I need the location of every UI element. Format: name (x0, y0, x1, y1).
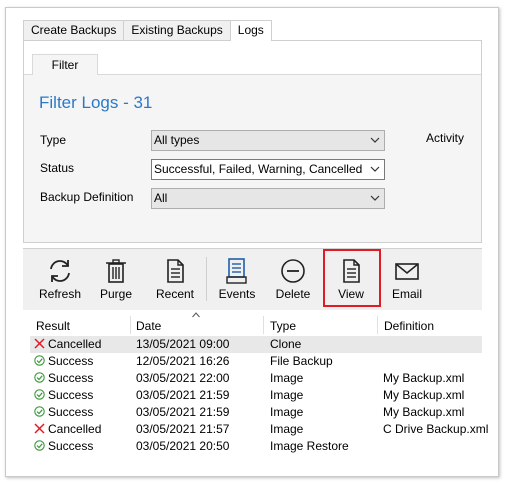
definition-cell: C Drive Backup.xml (383, 422, 489, 436)
result-cell: Success (34, 353, 93, 370)
result-text: Success (48, 354, 94, 368)
column-header-definition[interactable]: Definition (384, 319, 434, 333)
email-button[interactable]: Email (381, 252, 433, 308)
status-select[interactable]: Successful, Failed, Warning, Cancelled (151, 159, 385, 180)
tab-strip: Create Backups Existing Backups Logs (23, 20, 272, 41)
type-cell: Image Restore (270, 439, 349, 453)
result-text: Cancelled (48, 422, 102, 436)
events-label: Events (218, 287, 256, 301)
events-button[interactable]: Events (213, 252, 261, 308)
table-row[interactable]: Success 03/05/2021 21:59 Image My Backup.xm… (30, 404, 482, 421)
success-check-icon (34, 355, 45, 366)
date-cell: 03/05/2021 22:00 (136, 371, 230, 385)
date-cell: 03/05/2021 21:59 (136, 405, 230, 419)
refresh-label: Refresh (38, 287, 82, 301)
recent-label: Recent (155, 287, 195, 301)
definition-cell: My Backup.xml (383, 405, 465, 419)
column-divider (263, 316, 264, 334)
column-header-type[interactable]: Type (270, 319, 296, 333)
definition-cell: My Backup.xml (383, 388, 465, 402)
date-cell: 03/05/2021 21:57 (136, 422, 230, 436)
date-cell: 03/05/2021 21:59 (136, 388, 230, 402)
events-icon (226, 258, 247, 284)
activity-label: Activity (426, 131, 465, 145)
result-cell: Success (34, 404, 93, 421)
success-check-icon (34, 389, 45, 400)
status-select-value: Successful, Failed, Warning, Cancelled (154, 162, 363, 176)
column-divider (377, 316, 378, 334)
result-text: Cancelled (48, 337, 102, 351)
result-cell: Cancelled (34, 336, 101, 353)
filter-title: Filter Logs - 31 (39, 93, 153, 112)
chevron-down-icon (370, 137, 380, 143)
type-cell: Clone (270, 337, 302, 351)
result-text: Success (48, 439, 94, 453)
type-cell: Image (270, 422, 304, 436)
column-header-date[interactable]: Date (136, 319, 161, 333)
tab-filter[interactable]: Filter (32, 54, 98, 75)
date-cell: 12/05/2021 16:26 (136, 354, 230, 368)
result-text: Success (48, 388, 94, 402)
chevron-down-icon (370, 195, 380, 201)
email-label: Email (391, 287, 422, 301)
chevron-down-icon (370, 166, 380, 172)
type-cell: Image (270, 405, 304, 419)
purge-label: Purge (99, 287, 133, 301)
recent-button[interactable]: Recent (147, 252, 203, 308)
tab-existing-backups[interactable]: Existing Backups (123, 20, 231, 40)
result-cell: Success (34, 370, 93, 387)
purge-button[interactable]: Purge (91, 252, 141, 308)
document-icon (167, 259, 184, 283)
backup-definition-value: All (154, 191, 168, 205)
result-text: Success (48, 405, 94, 419)
column-header-result[interactable]: Result (36, 319, 70, 333)
column-divider (130, 316, 131, 334)
date-cell: 03/05/2021 20:50 (136, 439, 230, 453)
backup-definition-select[interactable]: All (151, 188, 385, 209)
logs-panel: Filter Filter Logs - 31 Activity Type Al… (23, 40, 482, 243)
delete-label: Delete (275, 287, 311, 301)
status-label: Status (40, 161, 75, 175)
sort-ascending-icon (192, 312, 200, 318)
definition-cell: My Backup.xml (383, 371, 465, 385)
table-row[interactable]: Success 12/05/2021 16:26 File Backup (30, 353, 482, 370)
logs-table: Result Date Type Definition Cancelled 13/… (30, 312, 488, 455)
view-highlight-box (323, 249, 381, 307)
tab-create-backups[interactable]: Create Backups (23, 20, 125, 40)
table-row[interactable]: Cancelled 03/05/2021 21:57 Image C Drive Ba… (30, 421, 488, 438)
refresh-button[interactable]: Refresh (33, 252, 87, 308)
success-check-icon (34, 406, 45, 417)
result-cell: Success (34, 387, 93, 404)
subtab-strip: Filter (24, 41, 481, 75)
cancelled-x-icon (34, 338, 45, 349)
tab-logs[interactable]: Logs (229, 20, 272, 41)
result-cell: Cancelled (34, 421, 101, 438)
minus-circle-icon (281, 259, 305, 283)
success-check-icon (34, 440, 45, 451)
delete-button[interactable]: Delete (267, 252, 319, 308)
table-body: Cancelled 13/05/2021 09:00 Clone Success 12/… (30, 336, 488, 455)
toolbar-separator (206, 257, 207, 301)
table-row[interactable]: Success 03/05/2021 21:59 Image My Backup.xm… (30, 387, 482, 404)
type-label: Type (40, 133, 67, 147)
date-cell: 13/05/2021 09:00 (136, 337, 230, 351)
trash-icon (106, 259, 126, 283)
type-cell: File Backup (270, 354, 333, 368)
toolbar: Refresh Purge Recent Events Delete View … (23, 248, 482, 310)
type-cell: Image (270, 371, 304, 385)
table-row[interactable]: Success 03/05/2021 20:50 Image Restore (30, 438, 482, 455)
refresh-icon (50, 260, 70, 282)
type-cell: Image (270, 388, 304, 402)
result-text: Success (48, 371, 94, 385)
type-select[interactable]: All types (151, 130, 385, 151)
table-row[interactable]: Cancelled 13/05/2021 09:00 Clone (30, 336, 482, 353)
cancelled-x-icon (34, 423, 45, 434)
type-select-value: All types (154, 133, 200, 147)
result-cell: Success (34, 438, 93, 455)
table-header: Result Date Type Definition (30, 312, 482, 336)
backup-definition-label: Backup Definition (40, 190, 134, 204)
success-check-icon (34, 372, 45, 383)
envelope-icon (395, 263, 419, 280)
table-row[interactable]: Success 03/05/2021 22:00 Image My Backup.xm… (30, 370, 482, 387)
